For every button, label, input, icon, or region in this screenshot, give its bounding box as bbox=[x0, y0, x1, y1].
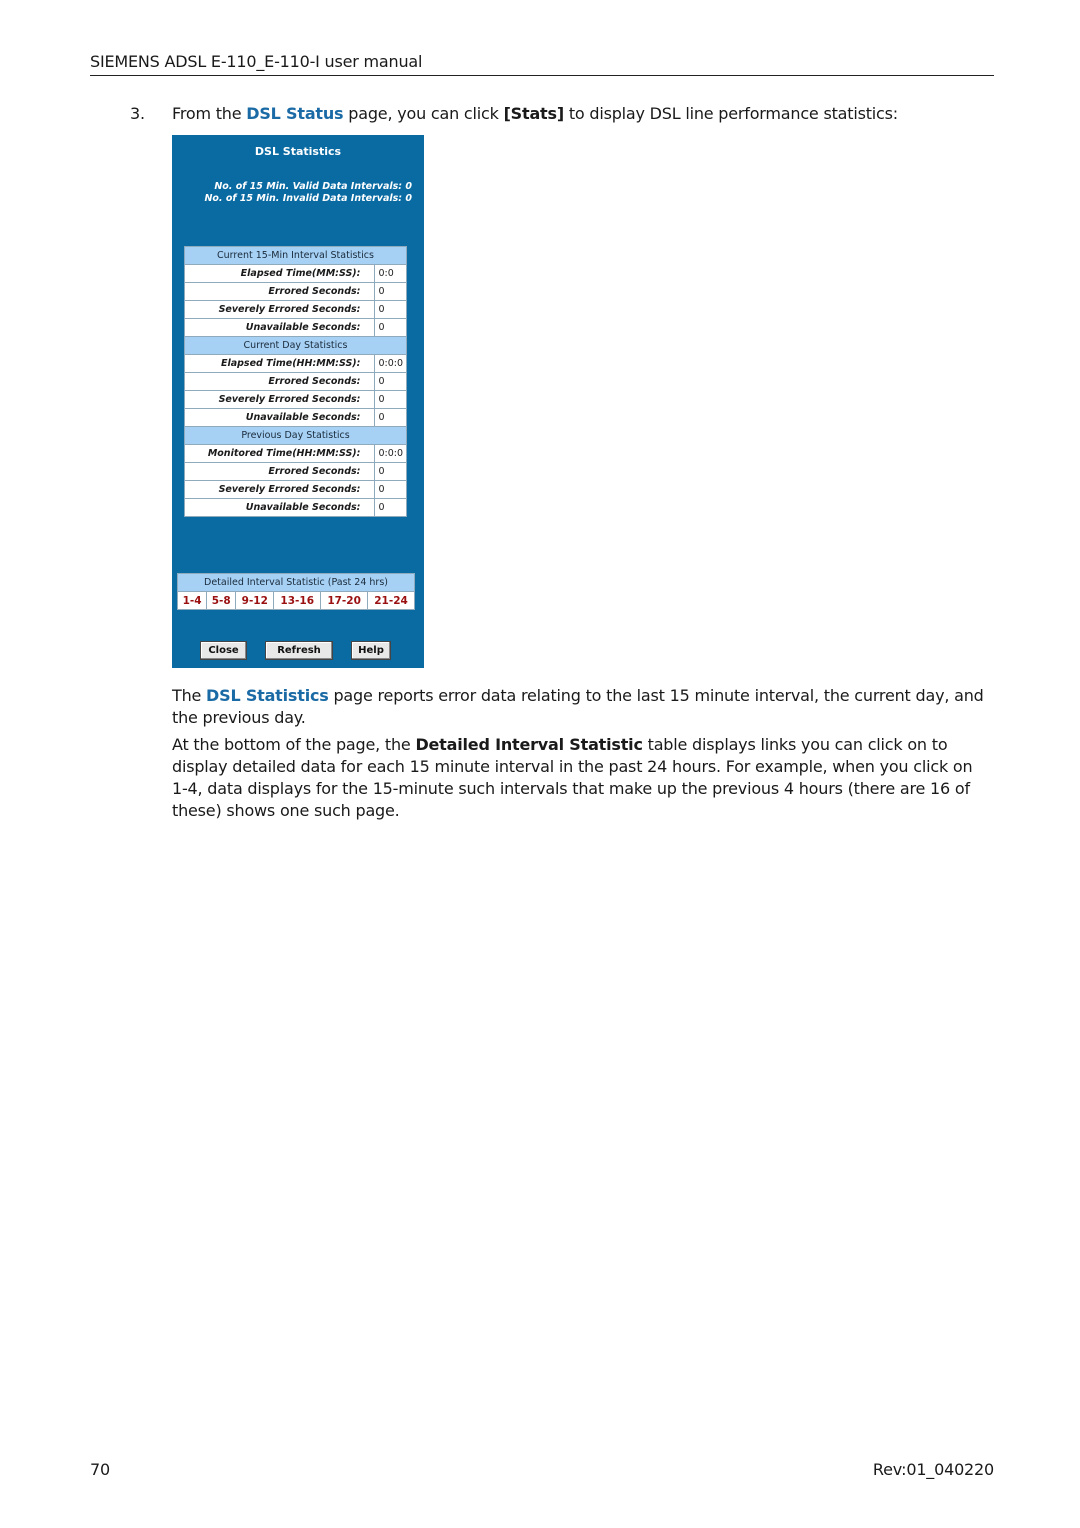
paragraph-detailed-interval: At the bottom of the page, the Detailed … bbox=[172, 734, 992, 822]
stat-row: Errored Seconds: 0 bbox=[183, 282, 407, 301]
stat-label: Errored Seconds: bbox=[183, 372, 376, 391]
help-button[interactable]: Help bbox=[351, 641, 391, 660]
stat-label: Elapsed Time(MM:SS): bbox=[183, 264, 376, 283]
stat-label: Errored Seconds: bbox=[183, 282, 376, 301]
stat-value: 0:0:0 bbox=[374, 444, 407, 463]
stat-label: Elapsed Time(HH:MM:SS): bbox=[183, 354, 376, 373]
stat-value: 0 bbox=[374, 300, 407, 319]
stat-value: 0:0:0 bbox=[374, 354, 407, 373]
dsl-statistics-link: DSL Statistics bbox=[206, 686, 329, 705]
stat-row: Severely Errored Seconds: 0 bbox=[183, 390, 407, 409]
step-text-before: From the bbox=[172, 104, 247, 123]
detailed-interval-table: Detailed Interval Statistic (Past 24 hrs… bbox=[176, 573, 415, 610]
stat-row: Elapsed Time(MM:SS): 0:0 bbox=[183, 264, 407, 283]
invalid-intervals: No. of 15 Min. Invalid Data Intervals: 0 bbox=[204, 193, 412, 204]
dsl-statistics-screenshot: DSL Statistics No. of 15 Min. Valid Data… bbox=[172, 135, 424, 668]
stat-label: Unavailable Seconds: bbox=[183, 408, 376, 427]
stat-value: 0 bbox=[374, 408, 407, 427]
stats-table: Current 15-Min Interval Statistics Elapse… bbox=[183, 246, 407, 517]
section-heading: Current Day Statistics bbox=[184, 336, 407, 355]
stat-row: Monitored Time(HH:MM:SS): 0:0:0 bbox=[183, 444, 407, 463]
close-button[interactable]: Close bbox=[200, 641, 247, 660]
stat-label: Unavailable Seconds: bbox=[183, 318, 376, 337]
detailed-interval-bold: Detailed Interval Statistic bbox=[415, 735, 643, 754]
stat-label: Severely Errored Seconds: bbox=[183, 480, 376, 499]
stat-label: Errored Seconds: bbox=[183, 462, 376, 481]
stat-row: Unavailable Seconds: 0 bbox=[183, 408, 407, 427]
stat-value: 0 bbox=[374, 318, 407, 337]
interval-link-5-8[interactable]: 5-8 bbox=[206, 591, 237, 610]
interval-link-21-24[interactable]: 21-24 bbox=[367, 591, 415, 610]
dsl-status-link: DSL Status bbox=[246, 104, 344, 123]
valid-intervals: No. of 15 Min. Valid Data Intervals: 0 bbox=[214, 181, 412, 192]
document-header: SIEMENS ADSL E-110_E-110-I user manual bbox=[90, 52, 994, 76]
stat-row: Unavailable Seconds: 0 bbox=[183, 498, 407, 517]
section-heading: Current 15-Min Interval Statistics bbox=[184, 246, 407, 265]
para2-text-before: At the bottom of the page, the bbox=[172, 735, 416, 754]
stat-value: 0 bbox=[374, 372, 407, 391]
interval-link-17-20[interactable]: 17-20 bbox=[320, 591, 369, 610]
interval-counts: No. of 15 Min. Valid Data Intervals: 0 N… bbox=[204, 181, 412, 205]
step-text-after: to display DSL line performance statisti… bbox=[563, 104, 898, 123]
interval-link-9-12[interactable]: 9-12 bbox=[235, 591, 275, 610]
stat-value: 0 bbox=[374, 498, 407, 517]
stat-row: Severely Errored Seconds: 0 bbox=[183, 300, 407, 319]
stats-bold: [Stats] bbox=[503, 104, 565, 123]
detailed-interval-heading: Detailed Interval Statistic (Past 24 hrs… bbox=[177, 573, 415, 592]
stat-row: Unavailable Seconds: 0 bbox=[183, 318, 407, 337]
stat-row: Severely Errored Seconds: 0 bbox=[183, 480, 407, 499]
stat-label: Severely Errored Seconds: bbox=[183, 300, 376, 319]
stat-value: 0 bbox=[374, 462, 407, 481]
stat-label: Severely Errored Seconds: bbox=[183, 390, 376, 409]
section-heading: Previous Day Statistics bbox=[184, 426, 407, 445]
panel-title: DSL Statistics bbox=[254, 145, 342, 158]
stat-value: 0 bbox=[374, 390, 407, 409]
stat-value: 0:0 bbox=[374, 264, 407, 283]
para1-text-before: The bbox=[172, 686, 207, 705]
stat-value: 0 bbox=[374, 480, 407, 499]
stat-row: Elapsed Time(HH:MM:SS): 0:0:0 bbox=[183, 354, 407, 373]
step-text-mid: page, you can click bbox=[343, 104, 504, 123]
interval-link-1-4[interactable]: 1-4 bbox=[176, 591, 208, 610]
step-text: From the DSL Status page, you can click … bbox=[172, 104, 898, 124]
revision-label: Rev:01_040220 bbox=[872, 1460, 994, 1479]
page-number: 70 bbox=[90, 1460, 110, 1479]
step-number: 3. bbox=[130, 104, 145, 123]
stat-value: 0 bbox=[374, 282, 407, 301]
interval-link-13-16[interactable]: 13-16 bbox=[273, 591, 322, 610]
stat-row: Errored Seconds: 0 bbox=[183, 372, 407, 391]
paragraph-dsl-statistics: The DSL Statistics page reports error da… bbox=[172, 685, 992, 729]
stat-label: Monitored Time(HH:MM:SS): bbox=[183, 444, 376, 463]
stat-label: Unavailable Seconds: bbox=[183, 498, 376, 517]
refresh-button[interactable]: Refresh bbox=[265, 641, 333, 660]
stat-row: Errored Seconds: 0 bbox=[183, 462, 407, 481]
